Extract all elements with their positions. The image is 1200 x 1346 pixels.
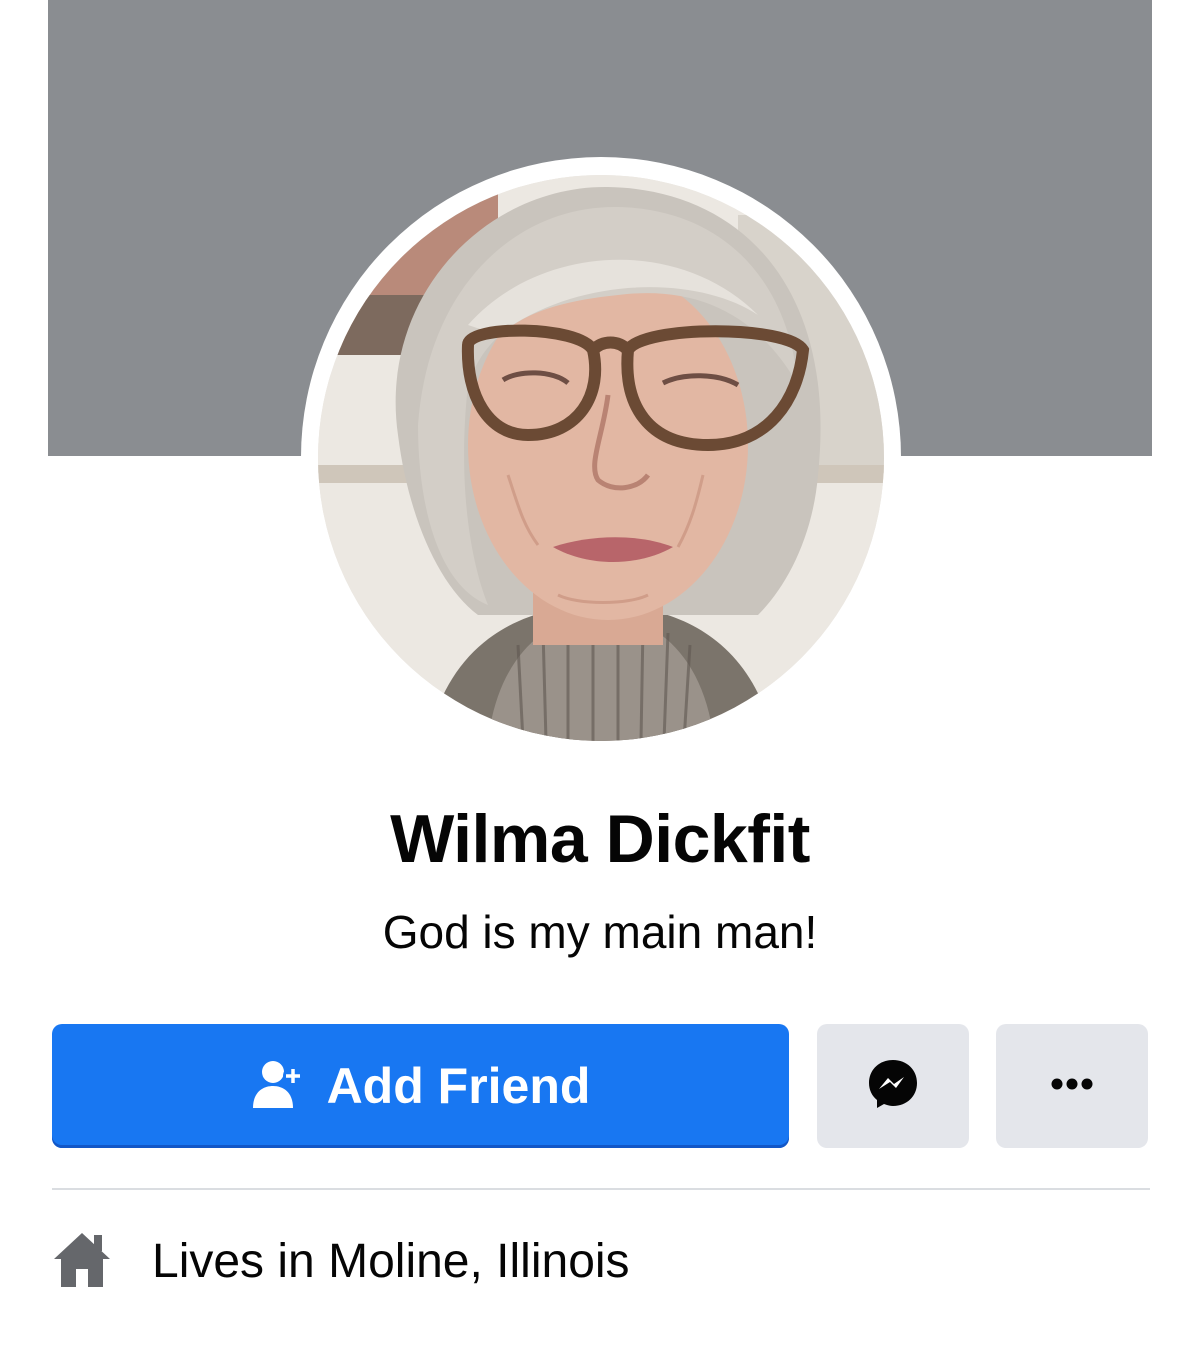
divider [52, 1188, 1150, 1190]
more-options-icon [1050, 1077, 1094, 1096]
avatar-portrait [318, 175, 884, 741]
more-options-button[interactable] [996, 1024, 1148, 1148]
profile-name: Wilma Dickfit [390, 801, 810, 877]
profile-page: Wilma Dickfit God is my main man! Add Fr… [0, 0, 1200, 1346]
lives-in-place-link[interactable]: Moline, Illinois [328, 1235, 629, 1288]
home-icon [52, 1229, 112, 1294]
add-friend-button[interactable]: Add Friend [52, 1024, 789, 1148]
intro-lives-in: Lives in Moline, Illinois [52, 1226, 630, 1296]
add-friend-icon [251, 1056, 307, 1117]
message-button[interactable] [817, 1024, 969, 1148]
messenger-icon [866, 1057, 920, 1116]
profile-bio: God is my main man! [382, 906, 818, 958]
lives-in-text: Lives in Moline, Illinois [152, 1234, 630, 1289]
lives-in-prefix: Lives in [152, 1234, 329, 1288]
avatar[interactable] [318, 175, 884, 741]
add-friend-label: Add Friend [326, 1058, 591, 1114]
